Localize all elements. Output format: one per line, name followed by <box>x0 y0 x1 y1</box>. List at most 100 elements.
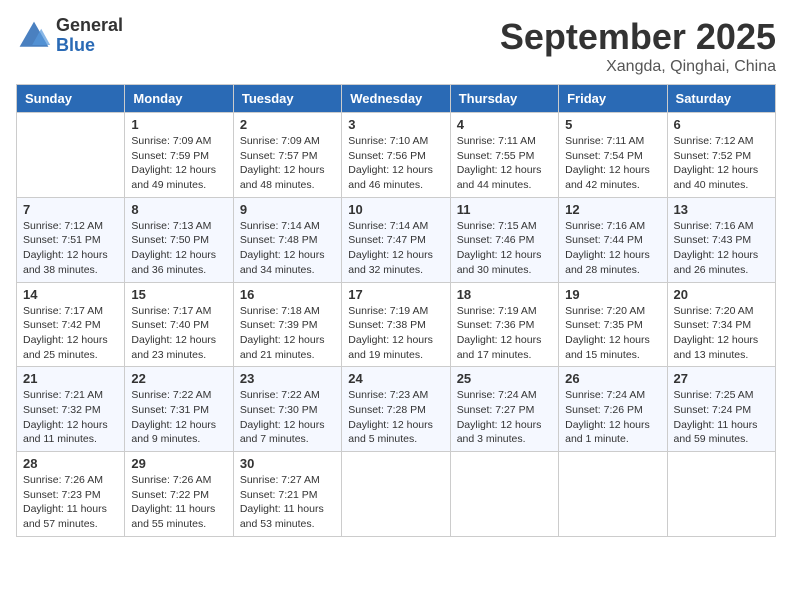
month-title: September 2025 <box>500 16 776 58</box>
day-number: 10 <box>348 202 443 217</box>
cell-details: Sunrise: 7:15 AMSunset: 7:46 PMDaylight:… <box>457 219 552 278</box>
header-day: Wednesday <box>342 85 450 113</box>
cell-details: Sunrise: 7:11 AMSunset: 7:55 PMDaylight:… <box>457 134 552 193</box>
cell-details: Sunrise: 7:12 AMSunset: 7:52 PMDaylight:… <box>674 134 769 193</box>
header-day: Sunday <box>17 85 125 113</box>
cell-details: Sunrise: 7:09 AMSunset: 7:59 PMDaylight:… <box>131 134 226 193</box>
calendar-cell: 16Sunrise: 7:18 AMSunset: 7:39 PMDayligh… <box>233 282 341 367</box>
day-number: 16 <box>240 287 335 302</box>
cell-details: Sunrise: 7:26 AMSunset: 7:22 PMDaylight:… <box>131 473 226 532</box>
calendar-cell: 2 Sunrise: 7:09 AMSunset: 7:57 PMDaylight… <box>233 113 341 198</box>
header-day: Saturday <box>667 85 775 113</box>
calendar-cell: 8Sunrise: 7:13 AMSunset: 7:50 PMDaylight… <box>125 197 233 282</box>
cell-details: Sunrise: 7:22 AMSunset: 7:31 PMDaylight:… <box>131 388 226 447</box>
cell-details: Sunrise: 7:17 AMSunset: 7:40 PMDaylight:… <box>131 304 226 363</box>
calendar-cell <box>17 113 125 198</box>
calendar-cell: 28Sunrise: 7:26 AMSunset: 7:23 PMDayligh… <box>17 452 125 537</box>
cell-details: Sunrise: 7:14 AMSunset: 7:47 PMDaylight:… <box>348 219 443 278</box>
cell-details: Sunrise: 7:16 AMSunset: 7:43 PMDaylight:… <box>674 219 769 278</box>
header-day: Monday <box>125 85 233 113</box>
day-number: 22 <box>131 371 226 386</box>
cell-details: Sunrise: 7:22 AMSunset: 7:30 PMDaylight:… <box>240 388 335 447</box>
calendar-cell: 11 Sunrise: 7:15 AMSunset: 7:46 PMDayligh… <box>450 197 558 282</box>
cell-details: Sunrise: 7:25 AMSunset: 7:24 PMDaylight:… <box>674 388 769 447</box>
day-number: 27 <box>674 371 769 386</box>
cell-details: Sunrise: 7:20 AMSunset: 7:34 PMDaylight:… <box>674 304 769 363</box>
cell-details: Sunrise: 7:09 AMSunset: 7:57 PMDaylight:… <box>240 134 335 193</box>
calendar-cell: 3Sunrise: 7:10 AMSunset: 7:56 PMDaylight… <box>342 113 450 198</box>
calendar-cell: 22 Sunrise: 7:22 AMSunset: 7:31 PMDayligh… <box>125 367 233 452</box>
day-number: 3 <box>348 117 443 132</box>
calendar-table: SundayMondayTuesdayWednesdayThursdayFrid… <box>16 84 776 537</box>
day-number: 14 <box>23 287 118 302</box>
logo-general-text: General <box>56 16 123 36</box>
calendar-cell: 26Sunrise: 7:24 AMSunset: 7:26 PMDayligh… <box>559 367 667 452</box>
day-number: 6 <box>674 117 769 132</box>
calendar-cell: 18 Sunrise: 7:19 AMSunset: 7:36 PMDayligh… <box>450 282 558 367</box>
day-number: 2 <box>240 117 335 132</box>
calendar-cell: 29 Sunrise: 7:26 AMSunset: 7:22 PMDayligh… <box>125 452 233 537</box>
day-number: 12 <box>565 202 660 217</box>
calendar-cell: 13 Sunrise: 7:16 AMSunset: 7:43 PMDayligh… <box>667 197 775 282</box>
day-number: 19 <box>565 287 660 302</box>
calendar-week-row: 14 Sunrise: 7:17 AMSunset: 7:42 PMDayligh… <box>17 282 776 367</box>
cell-details: Sunrise: 7:13 AMSunset: 7:50 PMDaylight:… <box>131 219 226 278</box>
day-number: 11 <box>457 202 552 217</box>
cell-details: Sunrise: 7:14 AMSunset: 7:48 PMDaylight:… <box>240 219 335 278</box>
calendar-cell <box>559 452 667 537</box>
calendar-cell: 20 Sunrise: 7:20 AMSunset: 7:34 PMDayligh… <box>667 282 775 367</box>
header-day: Friday <box>559 85 667 113</box>
cell-details: Sunrise: 7:23 AMSunset: 7:28 PMDaylight:… <box>348 388 443 447</box>
cell-details: Sunrise: 7:17 AMSunset: 7:42 PMDaylight:… <box>23 304 118 363</box>
cell-details: Sunrise: 7:26 AMSunset: 7:23 PMDaylight:… <box>23 473 118 532</box>
cell-details: Sunrise: 7:24 AMSunset: 7:27 PMDaylight:… <box>457 388 552 447</box>
day-number: 29 <box>131 456 226 471</box>
calendar-cell: 4 Sunrise: 7:11 AMSunset: 7:55 PMDaylight… <box>450 113 558 198</box>
calendar-week-row: 28Sunrise: 7:26 AMSunset: 7:23 PMDayligh… <box>17 452 776 537</box>
header-row: SundayMondayTuesdayWednesdayThursdayFrid… <box>17 85 776 113</box>
title-block: September 2025 Xangda, Qinghai, China <box>500 16 776 76</box>
cell-details: Sunrise: 7:19 AMSunset: 7:36 PMDaylight:… <box>457 304 552 363</box>
cell-details: Sunrise: 7:12 AMSunset: 7:51 PMDaylight:… <box>23 219 118 278</box>
calendar-cell: 12Sunrise: 7:16 AMSunset: 7:44 PMDayligh… <box>559 197 667 282</box>
calendar-cell: 7 Sunrise: 7:12 AMSunset: 7:51 PMDaylight… <box>17 197 125 282</box>
day-number: 23 <box>240 371 335 386</box>
header-day: Tuesday <box>233 85 341 113</box>
calendar-cell: 15 Sunrise: 7:17 AMSunset: 7:40 PMDayligh… <box>125 282 233 367</box>
day-number: 1 <box>131 117 226 132</box>
calendar-cell: 9 Sunrise: 7:14 AMSunset: 7:48 PMDaylight… <box>233 197 341 282</box>
day-number: 9 <box>240 202 335 217</box>
calendar-cell: 24Sunrise: 7:23 AMSunset: 7:28 PMDayligh… <box>342 367 450 452</box>
day-number: 15 <box>131 287 226 302</box>
day-number: 30 <box>240 456 335 471</box>
day-number: 25 <box>457 371 552 386</box>
day-number: 20 <box>674 287 769 302</box>
calendar-cell: 5Sunrise: 7:11 AMSunset: 7:54 PMDaylight… <box>559 113 667 198</box>
day-number: 4 <box>457 117 552 132</box>
calendar-cell <box>342 452 450 537</box>
logo-blue-text: Blue <box>56 36 123 56</box>
cell-details: Sunrise: 7:27 AMSunset: 7:21 PMDaylight:… <box>240 473 335 532</box>
cell-details: Sunrise: 7:20 AMSunset: 7:35 PMDaylight:… <box>565 304 660 363</box>
calendar-cell: 10 Sunrise: 7:14 AMSunset: 7:47 PMDayligh… <box>342 197 450 282</box>
cell-details: Sunrise: 7:24 AMSunset: 7:26 PMDaylight:… <box>565 388 660 447</box>
page-header: General Blue September 2025 Xangda, Qing… <box>16 16 776 76</box>
calendar-week-row: 7 Sunrise: 7:12 AMSunset: 7:51 PMDaylight… <box>17 197 776 282</box>
calendar-cell: 23 Sunrise: 7:22 AMSunset: 7:30 PMDayligh… <box>233 367 341 452</box>
calendar-cell: 6 Sunrise: 7:12 AMSunset: 7:52 PMDaylight… <box>667 113 775 198</box>
logo: General Blue <box>16 16 123 56</box>
header-day: Thursday <box>450 85 558 113</box>
calendar-cell <box>667 452 775 537</box>
calendar-cell: 17 Sunrise: 7:19 AMSunset: 7:38 PMDayligh… <box>342 282 450 367</box>
calendar-cell <box>450 452 558 537</box>
logo-icon <box>16 18 52 54</box>
cell-details: Sunrise: 7:19 AMSunset: 7:38 PMDaylight:… <box>348 304 443 363</box>
location-title: Xangda, Qinghai, China <box>500 58 776 76</box>
day-number: 18 <box>457 287 552 302</box>
day-number: 17 <box>348 287 443 302</box>
cell-details: Sunrise: 7:21 AMSunset: 7:32 PMDaylight:… <box>23 388 118 447</box>
calendar-cell: 27 Sunrise: 7:25 AMSunset: 7:24 PMDayligh… <box>667 367 775 452</box>
day-number: 13 <box>674 202 769 217</box>
calendar-cell: 21Sunrise: 7:21 AMSunset: 7:32 PMDayligh… <box>17 367 125 452</box>
day-number: 7 <box>23 202 118 217</box>
